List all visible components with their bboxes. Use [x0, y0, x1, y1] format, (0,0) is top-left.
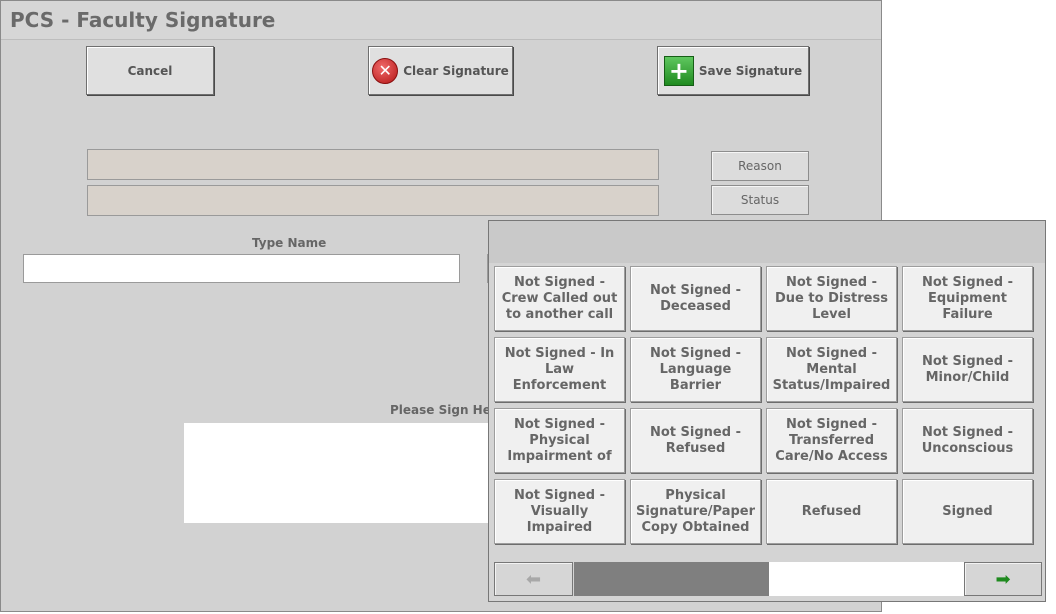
arrow-left-icon: ⬅ — [525, 568, 542, 590]
status-option-label: Not Signed - Deceased — [650, 282, 741, 314]
status-option-label: Not Signed - Refused — [650, 424, 741, 456]
status-button[interactable]: Status — [711, 185, 809, 215]
status-option-button[interactable]: Not Signed -Visually Impaired — [494, 479, 625, 544]
status-option-label: Not Signed - Physical Impairment of — [507, 416, 612, 464]
sign-here-label: Please Sign Her — [390, 403, 497, 417]
prev-page-button[interactable]: ⬅ — [494, 562, 573, 596]
status-option-button[interactable]: Not Signed - Refused — [630, 408, 761, 473]
popup-header — [489, 221, 1045, 263]
reason-field[interactable] — [87, 149, 659, 180]
window-title: PCS - Faculty Signature — [10, 8, 276, 32]
reason-button-label: Reason — [738, 159, 782, 173]
clear-signature-button[interactable]: ✕ Clear Signature — [368, 46, 513, 95]
status-option-button[interactable]: Signed — [902, 479, 1033, 544]
status-option-button[interactable]: Not Signed - In Law Enforcement — [494, 337, 625, 402]
status-options-popup: Not Signed - Crew Called out to another … — [488, 220, 1046, 602]
cancel-button-label: Cancel — [127, 63, 173, 78]
status-option-button[interactable]: Not Signed - Physical Impairment of — [494, 408, 625, 473]
type-name-label: Type Name — [252, 236, 327, 250]
signature-pad[interactable] — [184, 423, 490, 523]
save-signature-button[interactable]: + Save Signature — [657, 46, 809, 95]
title-bar: PCS - Faculty Signature — [1, 1, 881, 40]
status-option-label: Not Signed - Transferred Care/No Access — [775, 416, 888, 464]
status-option-label: Not Signed - Language Barrier — [650, 345, 741, 393]
status-option-button[interactable]: Not Signed - Unconscious — [902, 408, 1033, 473]
status-option-button[interactable]: Not Signed - Mental Status/Impaired — [766, 337, 897, 402]
status-field[interactable] — [87, 185, 659, 216]
status-option-label: Not Signed - Crew Called out to another … — [501, 274, 618, 322]
page-indicator-fill — [574, 562, 769, 596]
type-name-input[interactable] — [23, 254, 460, 283]
page-indicator-track — [769, 562, 964, 596]
status-option-button[interactable]: Not Signed - Equipment Failure — [902, 266, 1033, 331]
status-option-label: Not Signed - Mental Status/Impaired — [772, 345, 891, 393]
status-option-button[interactable]: Physical Signature/Paper Copy Obtained — [630, 479, 761, 544]
cancel-button[interactable]: Cancel — [86, 46, 214, 95]
status-button-label: Status — [740, 193, 780, 207]
status-option-label: Not Signed - In Law Enforcement — [504, 345, 615, 393]
status-option-button[interactable]: Not Signed - Crew Called out to another … — [494, 266, 625, 331]
status-option-label: Not Signed - Unconscious — [921, 424, 1014, 456]
clear-signature-label: Clear Signature — [403, 63, 509, 78]
status-option-button[interactable]: Refused — [766, 479, 897, 544]
status-option-label: Not Signed - Due to Distress Level — [775, 274, 888, 322]
status-option-button[interactable]: Not Signed - Transferred Care/No Access — [766, 408, 897, 473]
status-option-label: Refused — [801, 503, 862, 519]
status-option-button[interactable]: Not Signed - Minor/Child — [902, 337, 1033, 402]
status-option-label: Signed — [942, 503, 993, 519]
status-option-label: Not Signed - Equipment Failure — [922, 274, 1013, 322]
save-signature-label: Save Signature — [698, 63, 803, 78]
reason-button[interactable]: Reason — [711, 151, 809, 181]
clear-x-icon: ✕ — [372, 57, 399, 84]
status-option-button[interactable]: Not Signed - Due to Distress Level — [766, 266, 897, 331]
status-option-label: Physical Signature/Paper Copy Obtained — [635, 487, 756, 535]
next-page-button[interactable]: ➡ — [964, 562, 1042, 596]
save-plus-icon: + — [663, 55, 694, 86]
arrow-right-icon: ➡ — [995, 568, 1011, 590]
status-option-button[interactable]: Not Signed - Language Barrier — [630, 337, 761, 402]
status-option-button[interactable]: Not Signed - Deceased — [630, 266, 761, 331]
status-option-label: Not Signed - Minor/Child — [922, 353, 1013, 385]
status-option-label: Not Signed -Visually Impaired — [514, 487, 605, 535]
